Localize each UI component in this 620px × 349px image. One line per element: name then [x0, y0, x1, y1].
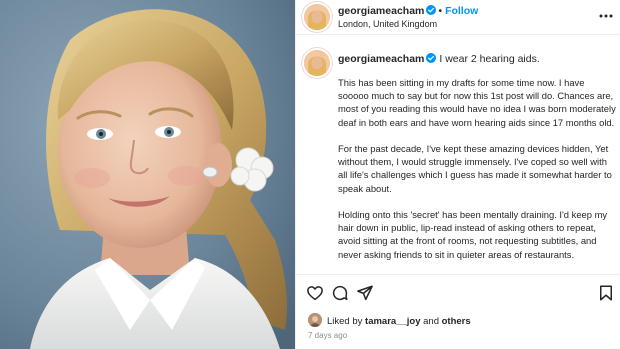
- heart-icon[interactable]: [306, 284, 324, 302]
- post-caption: georgiameacham I wear 2 hearing aids. Thi…: [296, 36, 620, 274]
- caption-paragraph: This has been sitting in my drafts for s…: [338, 77, 616, 128]
- caption-username[interactable]: georgiameacham: [338, 53, 424, 65]
- author-username[interactable]: georgiameacham: [338, 5, 424, 17]
- post-details-panel: georgiameacham • Follow London, United Kin…: [295, 0, 620, 349]
- post-timestamp[interactable]: 7 days ago: [308, 331, 347, 340]
- caption-first-line: I wear 2 hearing aids.: [439, 53, 540, 65]
- likes-others-link[interactable]: others: [442, 316, 471, 327]
- follow-button[interactable]: Follow: [445, 5, 478, 17]
- more-options-icon[interactable]: [598, 8, 614, 24]
- share-icon[interactable]: [356, 284, 374, 302]
- caption-paragraph: For the past decade, I've kept these ama…: [338, 143, 612, 194]
- verified-badge-icon: [426, 53, 437, 63]
- school-portrait-image: [0, 0, 295, 349]
- post-actions: Liked by tamara__joy and others 7 days a…: [296, 274, 620, 349]
- verified-badge-icon: [426, 5, 437, 15]
- liked-username[interactable]: tamara__joy: [365, 316, 420, 327]
- caption-author-avatar[interactable]: [304, 50, 330, 76]
- caption-header: georgiameacham I wear 2 hearing aids.: [338, 53, 540, 65]
- post-photo[interactable]: [0, 0, 295, 349]
- liked-user-avatar[interactable]: [308, 313, 322, 327]
- caption-paragraph: Holding onto this 'secret' has been ment…: [338, 209, 608, 260]
- post-header: georgiameacham • Follow London, United Kin…: [296, 0, 620, 35]
- header-separator: •: [438, 5, 443, 17]
- bookmark-icon[interactable]: [597, 284, 615, 302]
- header-user-line: georgiameacham • Follow: [338, 5, 478, 17]
- comment-icon[interactable]: [331, 284, 349, 302]
- likes-summary: Liked by tamara__joy and others: [308, 313, 471, 327]
- instagram-post: georgiameacham • Follow London, United Kin…: [0, 0, 620, 349]
- likes-and: and: [423, 316, 439, 327]
- likes-prefix: Liked by: [327, 316, 363, 327]
- author-avatar[interactable]: [304, 4, 330, 30]
- post-location[interactable]: London, United Kingdom: [338, 19, 437, 29]
- caption-body: This has been sitting in my drafts for s…: [338, 76, 616, 274]
